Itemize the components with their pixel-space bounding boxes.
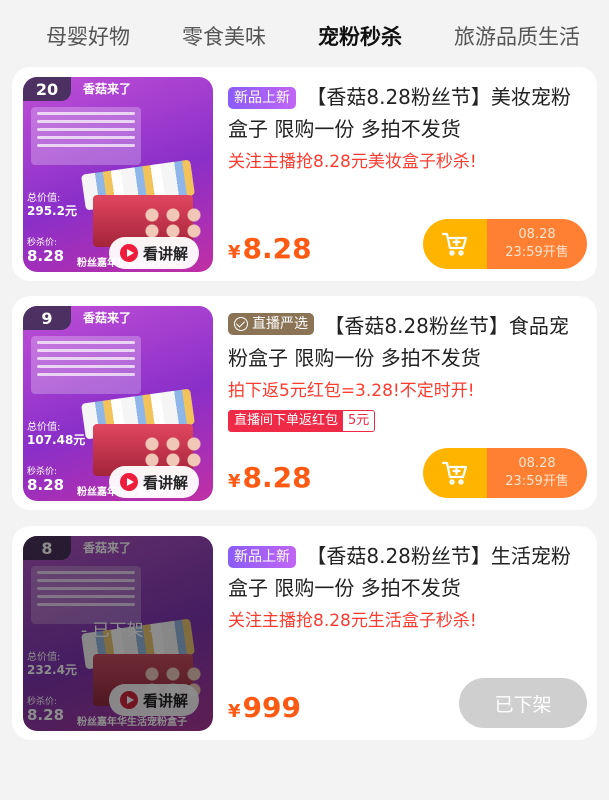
- thumb-price: 8.28: [27, 706, 65, 724]
- tab-snacks[interactable]: 零食美味: [182, 21, 266, 51]
- product-title[interactable]: 新品上新 【香菇8.28粉丝节】生活宠粉盒子 限购一份 多拍不发货: [228, 540, 587, 604]
- contents-list: [31, 107, 141, 165]
- cart-add-icon[interactable]: [423, 448, 487, 498]
- hosts-illustration: [138, 199, 208, 239]
- brand-logo-text: 香菇来了: [83, 311, 132, 325]
- delisted-overlay: - 已下架 -: [80, 621, 156, 641]
- product-title[interactable]: 新品上新 【香菇8.28粉丝节】美妆宠粉盒子 限购一份 多拍不发货: [228, 81, 587, 145]
- promo-text: 拍下返5元红包=3.28!不定时开!: [228, 381, 475, 401]
- watch-explanation-button[interactable]: 看讲解: [109, 466, 199, 498]
- product-title[interactable]: 直播严选 【香菇8.28粉丝节】食品宠粉盒子 限购一份 多拍不发货: [228, 310, 587, 374]
- watch-explanation-button[interactable]: 看讲解: [109, 684, 199, 716]
- delisted-button[interactable]: 已下架: [459, 678, 587, 728]
- thumb-price: 8.28: [27, 476, 65, 494]
- product-thumbnail[interactable]: 20 香菇来了 总价值: 295.2元 秒杀价: 8.28 粉丝嘉年华美妆宠粉盒…: [23, 77, 213, 272]
- rank-badge: 8: [23, 536, 71, 560]
- rank-badge: 9: [23, 306, 71, 330]
- brand-logo-text: 香菇来了: [83, 82, 132, 96]
- product-info: 新品上新 【香菇8.28粉丝节】生活宠粉盒子 限购一份 多拍不发货 关注主播抢8…: [228, 540, 587, 634]
- product-info: 新品上新 【香菇8.28粉丝节】美妆宠粉盒子 限购一份 多拍不发货 关注主播抢8…: [228, 81, 587, 175]
- product-card[interactable]: 20 香菇来了 总价值: 295.2元 秒杀价: 8.28 粉丝嘉年华美妆宠粉盒…: [12, 67, 597, 281]
- add-to-cart-button[interactable]: 08.28 23:59开售: [423, 448, 587, 498]
- promo-text: 关注主播抢8.28元生活盒子秒杀!: [228, 611, 477, 631]
- brand-logo-text: 香菇来了: [83, 541, 132, 555]
- sale-start-time: 08.28 23:59开售: [487, 219, 587, 269]
- promo-text: 关注主播抢8.28元美妆盒子秒杀!: [228, 152, 477, 172]
- tab-maternity[interactable]: 母婴好物: [46, 21, 130, 51]
- play-icon: [119, 473, 138, 491]
- total-value-tag: 总价值: 295.2元: [27, 193, 77, 218]
- product-price: ¥8.28: [228, 232, 312, 265]
- tab-fan-flash-sale[interactable]: 宠粉秒杀: [318, 21, 402, 51]
- new-arrival-badge: 新品上新: [228, 546, 296, 568]
- product-card[interactable]: 8 香菇来了 总价值: 232.4元 秒杀价: 8.28 粉丝嘉年华生活宠粉盒子…: [12, 526, 597, 740]
- product-thumbnail[interactable]: 8 香菇来了 总价值: 232.4元 秒杀价: 8.28 粉丝嘉年华生活宠粉盒子…: [23, 536, 213, 731]
- tab-travel-life[interactable]: 旅游品质生活: [454, 21, 580, 51]
- play-icon: [119, 691, 138, 709]
- cart-add-icon[interactable]: [423, 219, 487, 269]
- hosts-illustration: [138, 428, 208, 468]
- product-card[interactable]: 9 香菇来了 总价值: 107.48元 秒杀价: 8.28 粉丝嘉年华零食宠粉盒…: [12, 296, 597, 510]
- add-to-cart-button[interactable]: 08.28 23:59开售: [423, 219, 587, 269]
- check-icon: [234, 317, 248, 331]
- rank-badge: 20: [23, 77, 71, 101]
- contents-list: [31, 336, 141, 394]
- product-thumbnail[interactable]: 9 香菇来了 总价值: 107.48元 秒杀价: 8.28 粉丝嘉年华零食宠粉盒…: [23, 306, 213, 501]
- total-value-tag: 总价值: 107.48元: [27, 422, 86, 447]
- product-price: ¥999: [228, 691, 301, 724]
- new-arrival-badge: 新品上新: [228, 87, 296, 109]
- sale-start-time: 08.28 23:59开售: [487, 448, 587, 498]
- red-packet-coupon[interactable]: 直播间下单返红包 5元: [228, 410, 376, 432]
- product-price: ¥8.28: [228, 461, 312, 494]
- watch-explanation-button[interactable]: 看讲解: [109, 237, 199, 269]
- live-selection-badge: 直播严选: [228, 313, 314, 335]
- category-tabs: 母婴好物 零食美味 宠粉秒杀 旅游品质生活: [0, 0, 609, 72]
- play-icon: [119, 244, 138, 262]
- thumb-price: 8.28: [27, 247, 65, 265]
- product-info: 直播严选 【香菇8.28粉丝节】食品宠粉盒子 限购一份 多拍不发货 拍下返5元红…: [228, 310, 587, 432]
- total-value-tag: 总价值: 232.4元: [27, 652, 77, 677]
